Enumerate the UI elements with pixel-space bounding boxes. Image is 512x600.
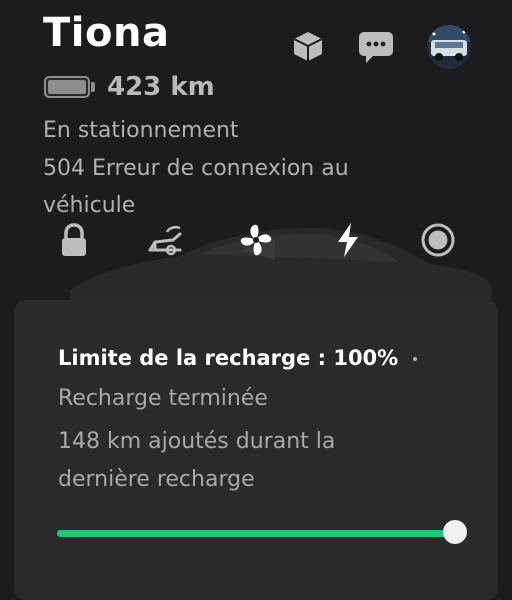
lock-icon[interactable]: [54, 220, 94, 260]
parking-status: En stationnement: [43, 118, 239, 143]
battery-tip: [91, 82, 95, 92]
battery-range: 423 km: [44, 72, 215, 102]
avatar[interactable]: [426, 24, 472, 70]
charge-limit-thumb[interactable]: [443, 520, 467, 544]
battery-icon: [44, 76, 90, 98]
trunk-icon[interactable]: [145, 220, 185, 260]
energy-added-line2: dernière recharge: [58, 467, 255, 492]
chat-icon[interactable]: [356, 26, 396, 66]
charge-limit-slider[interactable]: [57, 530, 455, 537]
charge-limit-label: Limite de la recharge : 100%: [58, 346, 399, 370]
sentry-icon[interactable]: [418, 220, 458, 260]
charge-icon[interactable]: [328, 220, 368, 260]
vehicle-name: Tiona: [43, 10, 170, 56]
fan-icon[interactable]: [236, 220, 276, 260]
package-icon[interactable]: [288, 26, 328, 66]
energy-added-line1: 148 km ajoutés durant la: [58, 429, 336, 454]
connection-error-line1: 504 Erreur de connexion au: [43, 156, 349, 181]
range-text: 423 km: [107, 72, 215, 102]
charge-state: Recharge terminée: [58, 386, 268, 411]
battery-fill: [48, 80, 86, 94]
charge-limit-fill: [57, 530, 455, 537]
separator-dot: [413, 357, 417, 361]
